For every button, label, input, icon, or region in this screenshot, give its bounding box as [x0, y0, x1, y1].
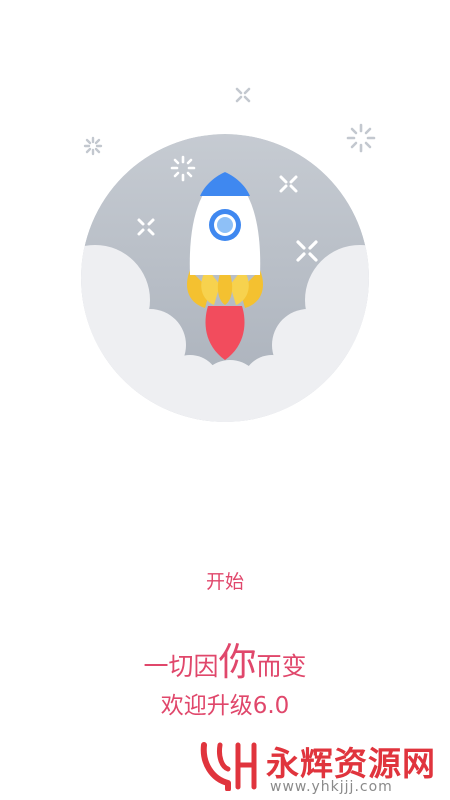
slogan-emphasis: 你 — [218, 640, 257, 684]
slogan-pre: 一切因 — [143, 652, 219, 681]
watermark-name: 永辉资源网 — [266, 744, 436, 783]
rocket-illustration — [81, 87, 376, 422]
watermark-url: www.yhkjjj.com — [270, 779, 393, 795]
watermark: 永辉资源网 www.yhkjjj.com — [198, 735, 438, 795]
sparkle-icon — [235, 87, 251, 103]
slogan: 一切因你而变 欢迎升级6.0 — [0, 640, 450, 723]
yh-logo-icon — [200, 742, 257, 791]
slogan-line1: 一切因你而变 — [0, 640, 450, 689]
slogan-post: 而变 — [256, 652, 307, 681]
start-button[interactable]: 开始 — [175, 562, 275, 598]
sparkle-icon — [346, 123, 376, 153]
slogan-line2: 欢迎升级6.0 — [160, 693, 290, 719]
sparkle-icon — [83, 136, 103, 156]
